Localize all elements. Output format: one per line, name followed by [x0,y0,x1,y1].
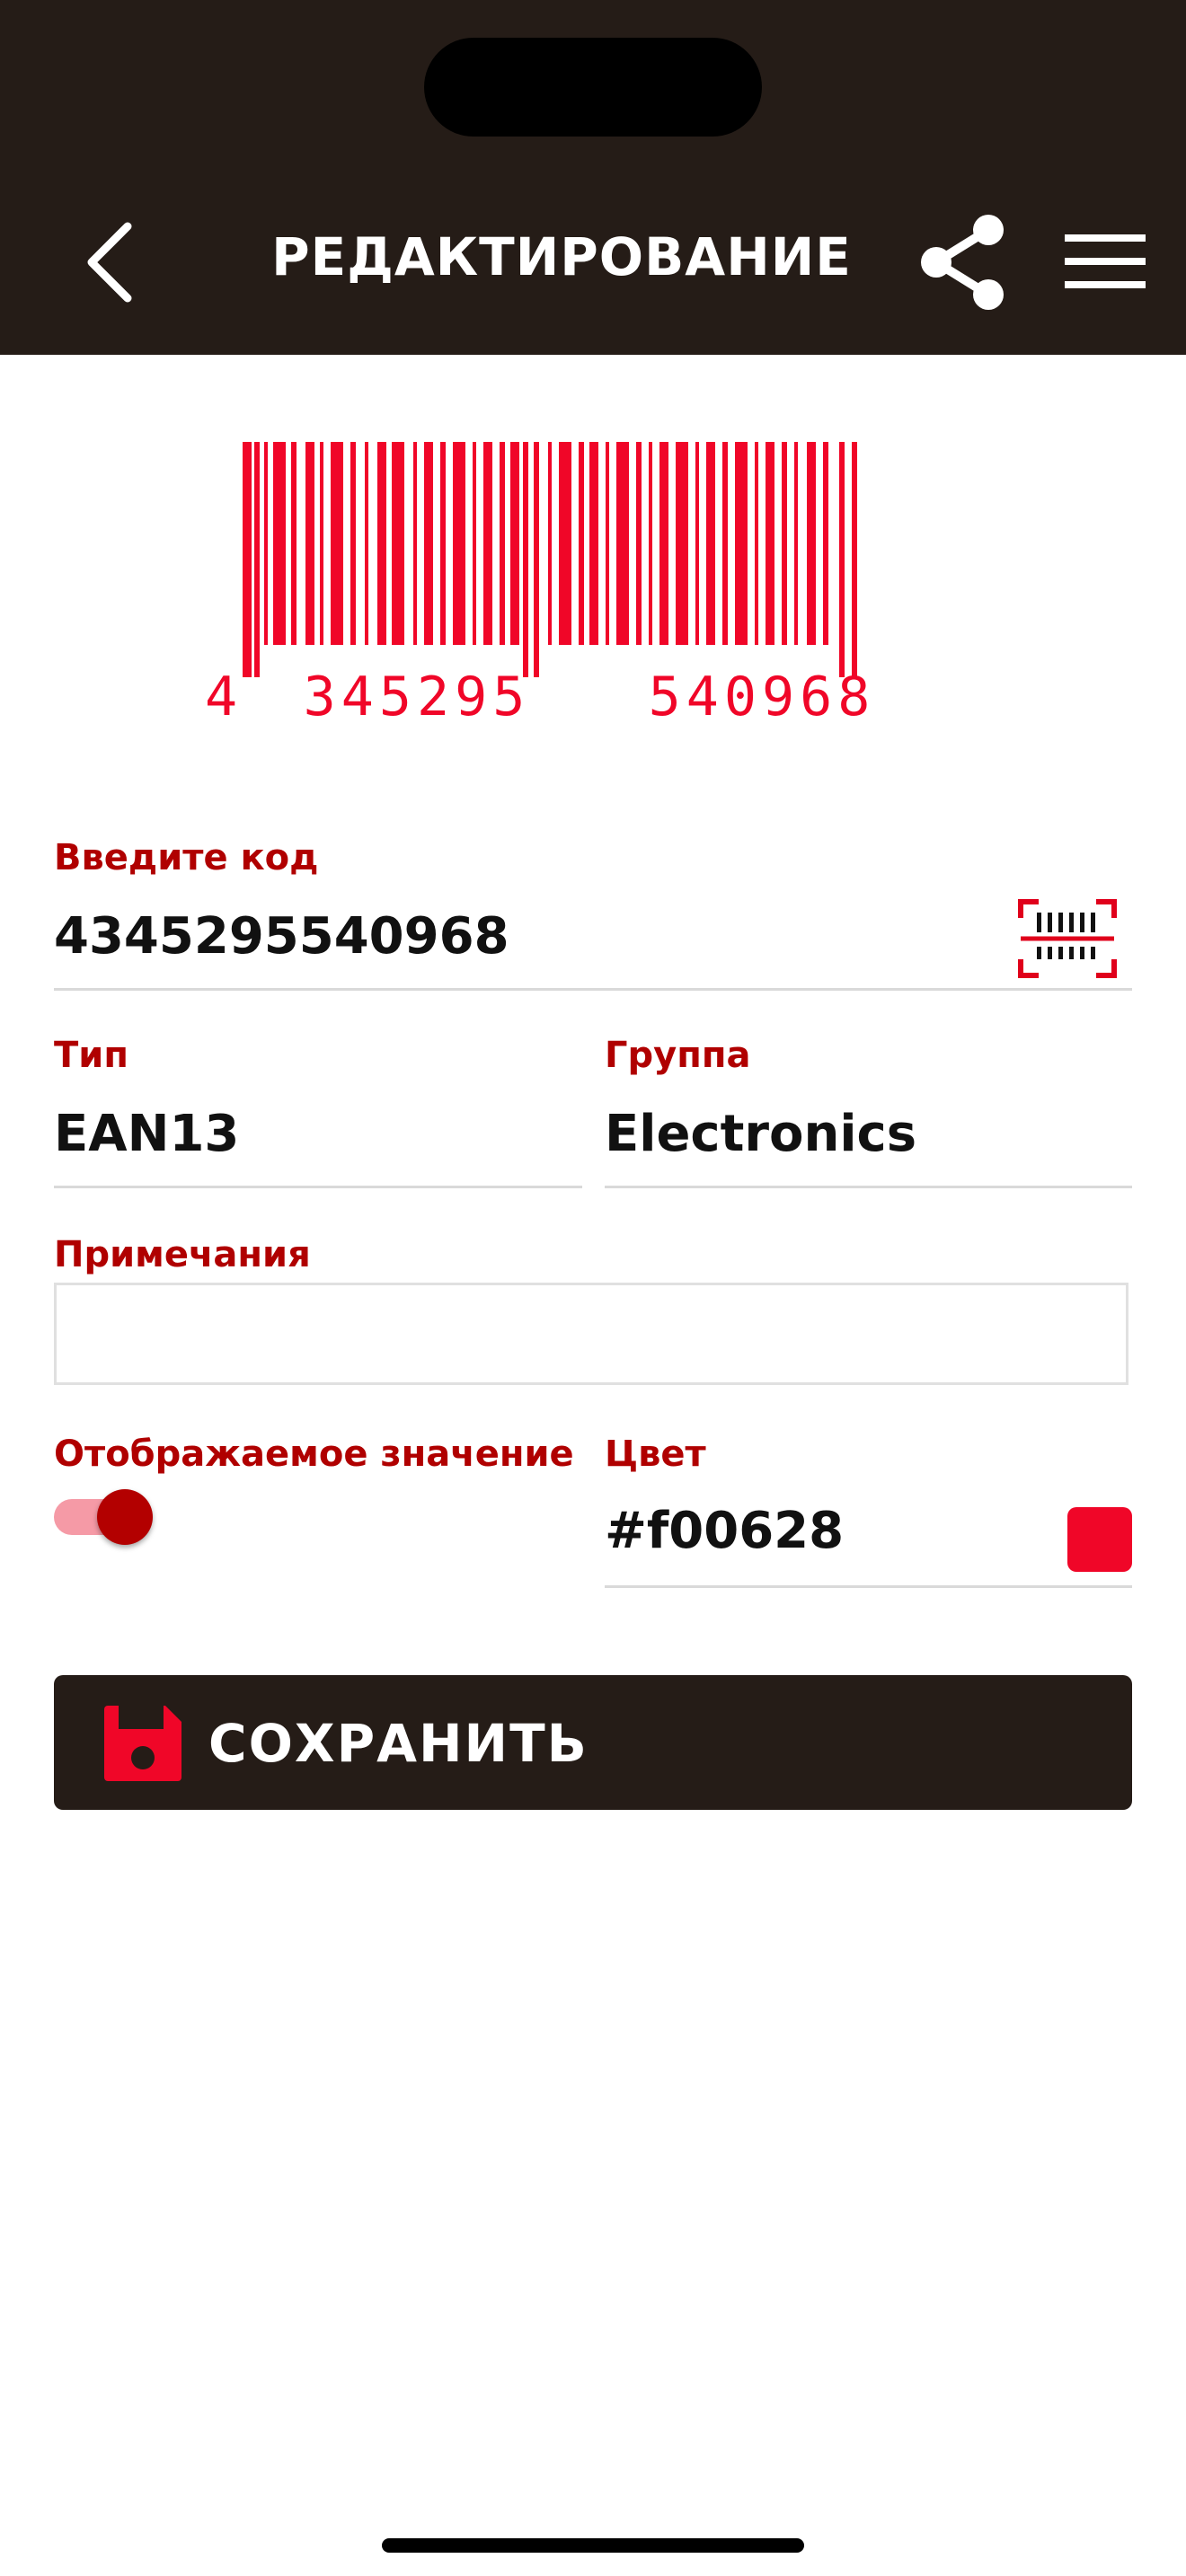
code-input[interactable]: 4345295540968 [54,907,509,966]
barcode-bar [523,442,528,677]
type-label: Тип [54,1035,128,1076]
barcode-bar [534,442,539,677]
color-swatch[interactable] [1067,1507,1132,1572]
share-button[interactable] [913,212,1012,311]
barcode-bar [548,442,552,645]
display-value-label: Отображаемое значение [54,1434,574,1475]
barcode-bar [305,442,314,645]
hamburger-menu-icon [1065,234,1146,288]
barcode-bar [649,442,652,645]
save-button-label: СОХРАНИТЬ [208,1713,589,1774]
group-underline [605,1186,1132,1188]
barcode-bar [273,442,286,645]
barcode-bar [331,442,343,645]
color-underline [605,1585,1132,1588]
notes-label: Примечания [54,1234,311,1275]
menu-button[interactable] [1060,225,1150,296]
barcode-scan-icon [1018,899,1117,978]
dynamic-island [424,38,762,137]
app-header: РЕДАКТИРОВАНИЕ [0,0,1186,355]
barcode-bar [839,442,845,677]
barcode-bar [453,442,465,645]
type-underline [54,1186,582,1188]
barcode-bar [413,442,417,645]
barcode-bar [589,442,598,645]
type-select[interactable]: EAN13 [54,1105,239,1163]
barcode-bar [823,442,828,645]
display-value-toggle[interactable] [54,1486,153,1549]
color-input[interactable]: #f00628 [605,1502,844,1560]
barcode-bar [722,442,728,645]
barcode-bar [782,442,787,645]
barcode-bar [706,442,715,645]
barcode-bar [264,442,268,645]
barcode-bar [320,442,323,645]
barcode-bar [676,442,688,645]
barcode-bar [852,442,857,677]
barcode-bar [365,442,368,645]
save-button[interactable]: СОХРАНИТЬ [54,1675,1132,1810]
barcode-bar [559,442,571,645]
code-underline [54,988,1132,991]
barcode-bar [510,442,519,645]
notes-input[interactable] [54,1283,1128,1385]
share-icon [921,215,1004,310]
barcode-bar [735,442,748,645]
barcode-bar [500,442,505,645]
barcode-bar [766,442,774,645]
barcode-bar [392,442,404,645]
barcode-bar [695,442,699,645]
barcode-preview: 4 345295 540968 [205,442,876,726]
home-indicator [382,2538,804,2553]
barcode-bar [291,442,296,645]
barcode-bar [424,442,433,645]
barcode-bar [473,442,476,645]
barcode-bar [659,442,668,645]
barcode-bar [807,442,816,645]
barcode-digits-right: 540968 [649,666,876,726]
barcode-bar [350,442,356,645]
barcode-bar [794,442,798,645]
barcode-bar [483,442,492,645]
barcode-bar [606,442,609,645]
code-label: Введите код [54,837,319,878]
barcode-bar [440,442,446,645]
barcode-digits-left: 4 [205,666,237,726]
group-select[interactable]: Electronics [605,1105,916,1163]
barcode-bar [579,442,584,645]
barcode-digits-mid: 345295 [304,666,531,726]
barcode-bar [254,442,260,677]
toggle-knob [97,1489,153,1545]
color-label: Цвет [605,1434,706,1475]
barcode-bar [377,442,386,645]
floppy-disk-icon [104,1706,181,1781]
barcode-bar [755,442,758,645]
scan-button[interactable] [1017,898,1118,979]
barcode-bar [636,442,642,645]
barcode-bar [243,442,252,677]
group-label: Группа [605,1035,751,1076]
barcode-bar [616,442,629,645]
